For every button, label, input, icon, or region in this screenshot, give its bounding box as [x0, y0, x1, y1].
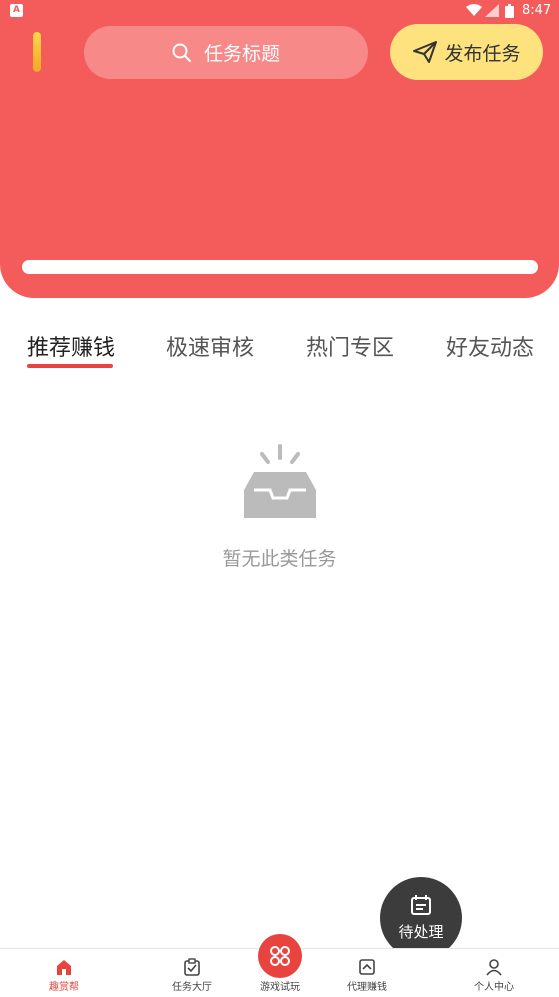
- menu-icon[interactable]: [33, 32, 41, 72]
- task-clipboard-icon: [183, 958, 201, 976]
- calendar-icon: [410, 894, 432, 920]
- header: A 8:47 任务标题 发布任务: [0, 0, 559, 298]
- empty-state-text: 暂无此类任务: [222, 548, 337, 570]
- game-icon[interactable]: [258, 934, 302, 978]
- nav-profile-label: 个人中心: [474, 982, 514, 993]
- nav-profile[interactable]: 个人中心: [449, 949, 539, 997]
- status-bar: A 8:47: [0, 0, 559, 22]
- search-icon: [172, 43, 192, 63]
- user-icon: [485, 958, 503, 976]
- wifi-icon: [466, 4, 482, 21]
- search-placeholder: 任务标题: [203, 43, 280, 65]
- publish-task-label: 发布任务: [444, 42, 521, 65]
- paper-plane-icon: [412, 40, 438, 64]
- nav-home-label: 趣赏帮: [49, 982, 79, 993]
- home-icon: [55, 958, 73, 976]
- nav-game-trial-label: 游戏试玩: [260, 982, 300, 993]
- tab-fast-review[interactable]: 极速审核: [166, 330, 254, 362]
- tab-hot-zone[interactable]: 热门专区: [306, 330, 394, 362]
- status-time: 8:47: [522, 3, 552, 18]
- header-banner-bar: [22, 260, 538, 274]
- app-notification-icon: A: [10, 4, 23, 17]
- publish-task-button[interactable]: 发布任务: [390, 24, 543, 80]
- nav-task-hall-label: 任务大厅: [172, 982, 212, 993]
- agent-money-icon: [358, 958, 376, 976]
- tab-recommend[interactable]: 推荐赚钱: [27, 330, 115, 362]
- nav-agent-earn[interactable]: 代理赚钱: [322, 949, 412, 997]
- category-tabs: 推荐赚钱 极速审核 热门专区 好友动态: [0, 320, 559, 376]
- search-input[interactable]: 任务标题: [84, 26, 368, 79]
- pending-tasks-label: 待处理: [398, 923, 444, 941]
- signal-icon: [485, 4, 499, 21]
- battery-icon: [505, 4, 514, 22]
- nav-home[interactable]: 趣赏帮: [19, 949, 109, 997]
- pending-tasks-button[interactable]: 待处理: [380, 877, 462, 959]
- nav-task-hall[interactable]: 任务大厅: [147, 949, 237, 997]
- nav-agent-earn-label: 代理赚钱: [347, 982, 387, 993]
- active-tab-indicator: [27, 364, 113, 368]
- tab-friend-activity[interactable]: 好友动态: [446, 330, 534, 362]
- empty-inbox-icon: [240, 444, 320, 524]
